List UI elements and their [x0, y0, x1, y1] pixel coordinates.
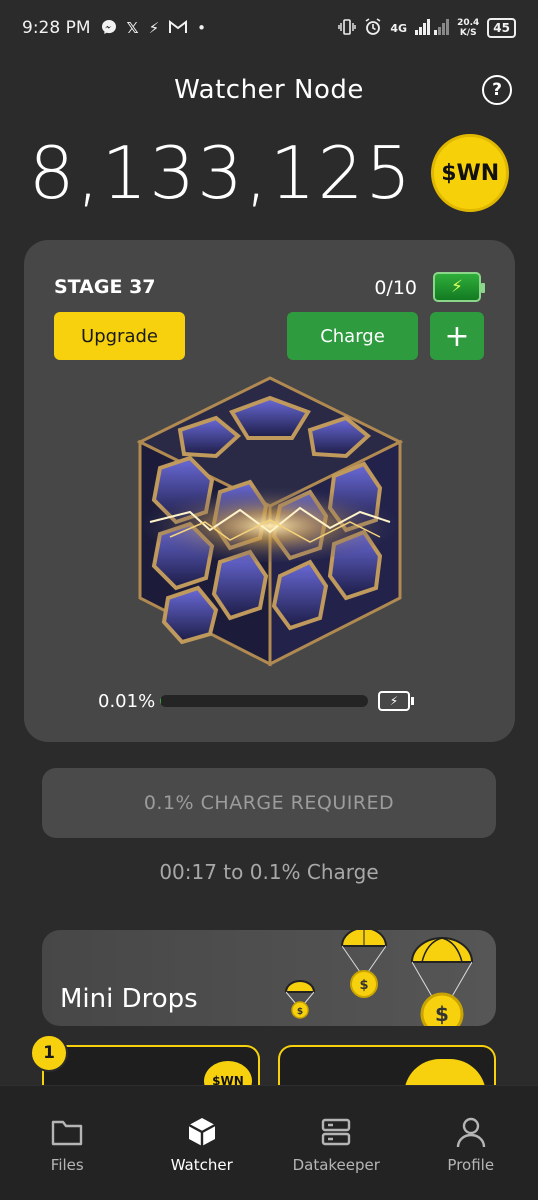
add-charge-button[interactable]: + — [430, 312, 484, 360]
nav-item-profile[interactable]: Profile — [411, 1116, 531, 1200]
charge-count: 0/10 — [374, 277, 417, 299]
network-type: 4G — [390, 21, 408, 35]
svg-text:$: $ — [359, 978, 368, 993]
bottom-nav: Files Watcher Datakeeper Profile — [0, 1085, 538, 1200]
stage-card: STAGE 37 0/10 ⚡ Upgrade Charge + 0.01% ⚡ — [24, 240, 515, 742]
cube-icon — [186, 1116, 218, 1148]
mini-drops-banner[interactable]: Mini Drops $ $ $ — [42, 930, 496, 1026]
token-balance: 8,133,125 — [28, 131, 414, 215]
nav-label-datakeeper: Datakeeper — [292, 1156, 380, 1174]
balance-row: 8,133,125 $WN — [0, 128, 538, 218]
network-speed: 20.4 K/S — [457, 18, 479, 38]
mini-drops-label: Mini Drops — [60, 984, 198, 1014]
coin-label: $WN — [441, 160, 500, 186]
dot-icon: • — [197, 18, 206, 37]
charge-progress: 0.01% ⚡ — [98, 688, 438, 714]
svg-text:$: $ — [435, 1002, 449, 1026]
battery-indicator: 45 — [487, 18, 516, 38]
speed-value: 20.4 — [457, 18, 480, 28]
charge-countdown: 00:17 to 0.1% Charge — [159, 860, 379, 884]
help-button[interactable]: ? — [482, 75, 512, 105]
stage-label: STAGE 37 — [54, 276, 156, 298]
wn-coin-icon: $WN — [431, 134, 510, 212]
progress-bar-fill — [160, 695, 162, 707]
x-icon: 𝕏 — [126, 18, 139, 37]
clock: 9:28 PM — [22, 18, 91, 38]
battery-bolt-icon: ⚡ — [378, 691, 414, 711]
page-title: Watcher Node — [174, 75, 364, 105]
battery-charge-icon: ⚡ — [433, 272, 485, 302]
gmail-icon — [169, 19, 188, 37]
svg-text:$: $ — [297, 1007, 303, 1017]
speed-unit: K/S — [459, 28, 477, 38]
nav-label-profile: Profile — [447, 1156, 495, 1174]
upgrade-button[interactable]: Upgrade — [54, 312, 185, 360]
nav-item-files[interactable]: Files — [7, 1116, 127, 1200]
status-bar: 9:28 PM 𝕏 ⚡ • 4G 20.4 K/S 45 — [0, 0, 538, 56]
node-cube-image — [120, 372, 420, 672]
charge-required-button[interactable]: 0.1% CHARGE REQUIRED — [42, 768, 496, 838]
vibrate-icon — [338, 18, 357, 38]
charge-button[interactable]: Charge — [287, 312, 418, 360]
nav-item-datakeeper[interactable]: Datakeeper — [276, 1116, 396, 1200]
messenger-icon — [101, 19, 117, 38]
nav-item-watcher[interactable]: Watcher — [142, 1116, 262, 1200]
nav-label-watcher: Watcher — [170, 1156, 233, 1174]
notification-badge: 1 — [30, 1034, 68, 1072]
question-icon: ? — [492, 80, 502, 100]
parachute-coins-icon: $ $ $ — [284, 930, 474, 1026]
activity-icon: ⚡ — [148, 18, 160, 37]
folder-icon — [51, 1116, 83, 1148]
signal-icon — [415, 18, 450, 38]
server-icon — [321, 1116, 351, 1148]
alarm-icon — [364, 17, 382, 39]
user-icon — [456, 1116, 486, 1148]
nav-label-files: Files — [50, 1156, 84, 1174]
app-header: Watcher Node ? — [0, 68, 538, 112]
progress-bar — [160, 695, 368, 707]
progress-percent: 0.01% — [98, 690, 156, 712]
